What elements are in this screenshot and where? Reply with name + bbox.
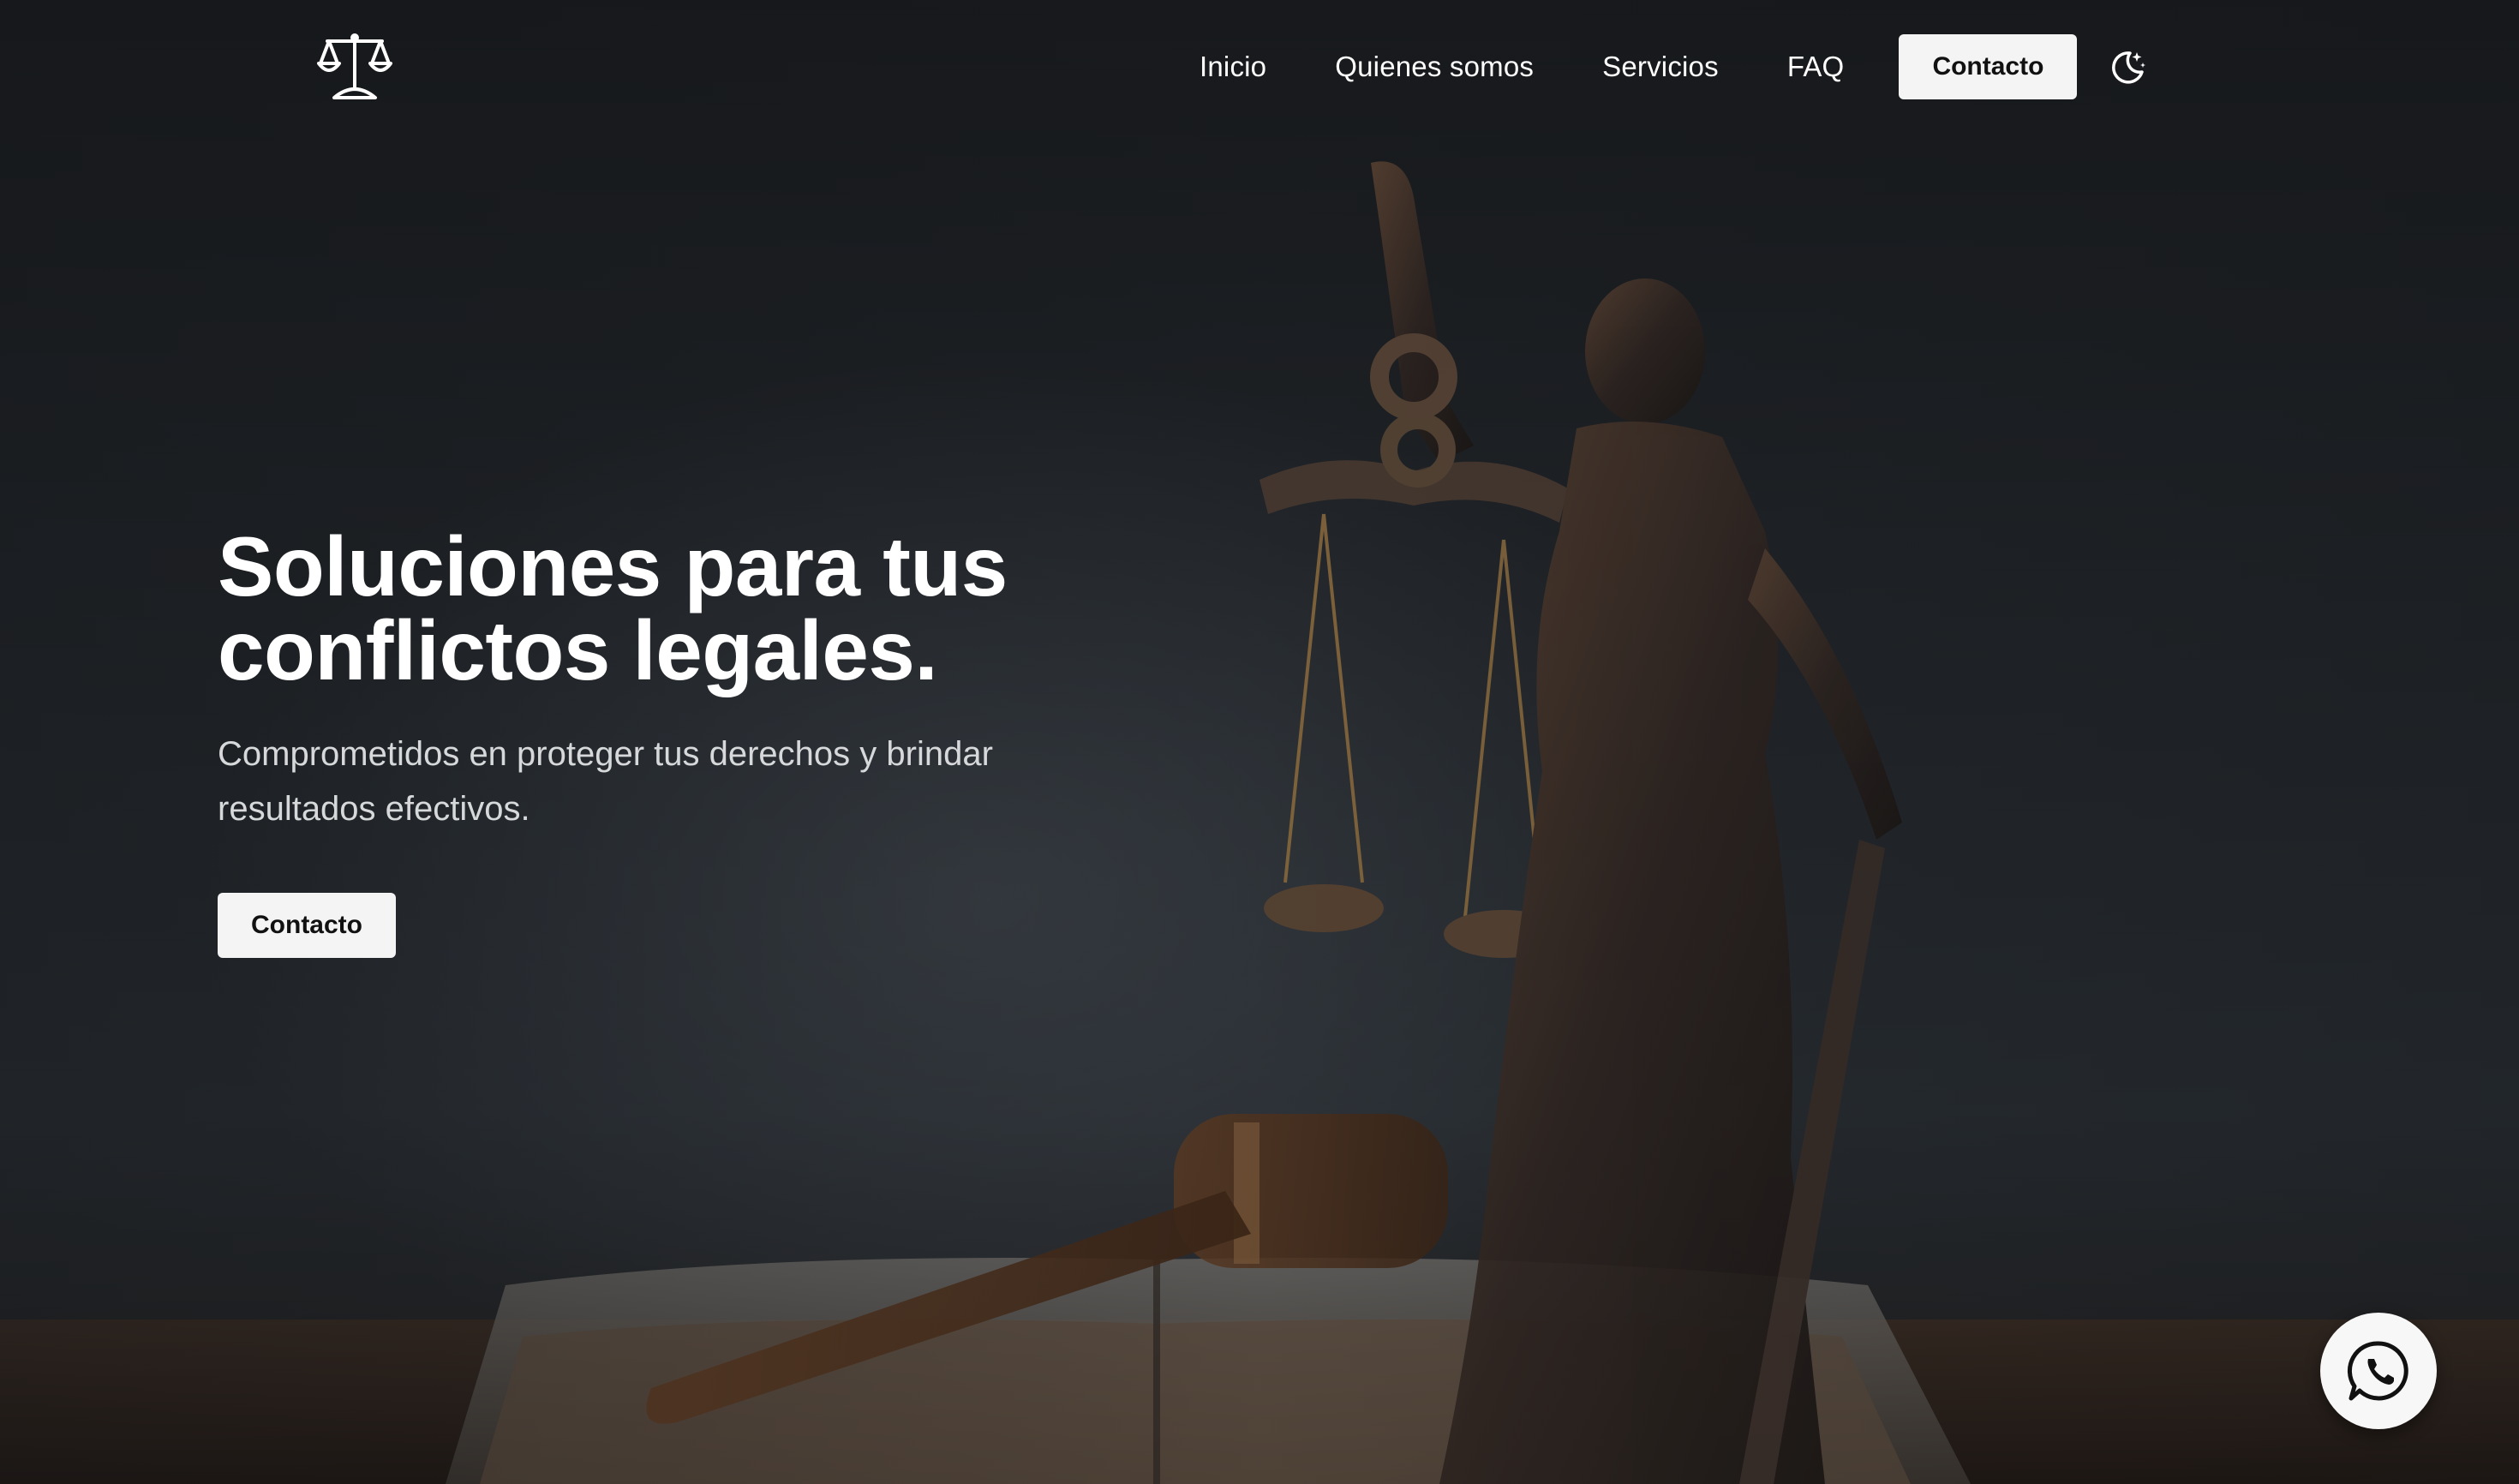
nav-contact-button[interactable]: Contacto xyxy=(1899,34,2078,99)
nav-link-faq[interactable]: FAQ xyxy=(1787,51,1845,83)
page: Inicio Quienes somos Servicios FAQ Conta… xyxy=(0,0,2519,1484)
hero-contact-button[interactable]: Contacto xyxy=(218,893,396,958)
nav-menu: Inicio Quienes somos Servicios FAQ Conta… xyxy=(1200,34,2149,99)
moon-stars-icon xyxy=(2112,51,2146,84)
top-navigation: Inicio Quienes somos Servicios FAQ Conta… xyxy=(0,0,2519,134)
hero-title: Soluciones para tus conflictos legales. xyxy=(218,524,1160,692)
hero-section: Soluciones para tus conflictos legales. … xyxy=(218,524,1160,958)
nav-link-quienes-somos[interactable]: Quienes somos xyxy=(1335,51,1534,83)
whatsapp-button[interactable] xyxy=(2320,1313,2437,1429)
hero-subtitle: Comprometidos en proteger tus derechos y… xyxy=(218,735,993,828)
hero-title-line-2: conflictos legales. xyxy=(218,603,938,697)
hero-title-line-1: Soluciones para tus xyxy=(218,519,1008,613)
whatsapp-icon xyxy=(2347,1341,2408,1401)
nav-link-inicio[interactable]: Inicio xyxy=(1200,51,1266,83)
theme-toggle-button[interactable] xyxy=(2108,46,2149,87)
scales-of-justice-icon xyxy=(317,33,392,99)
nav-link-servicios[interactable]: Servicios xyxy=(1602,51,1719,83)
logo[interactable] xyxy=(315,33,394,101)
